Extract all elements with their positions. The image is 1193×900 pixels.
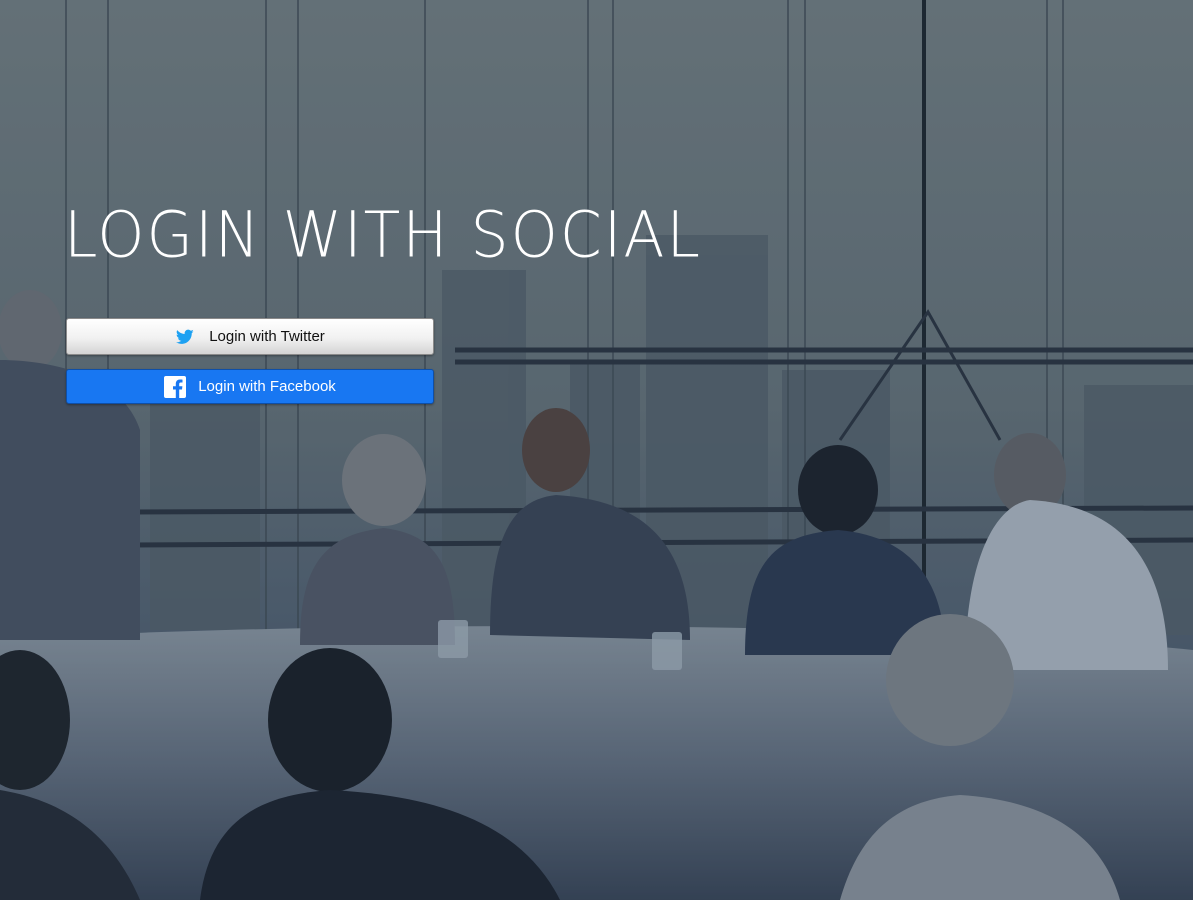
login-twitter-button[interactable]: Login with Twitter — [66, 318, 434, 355]
page-title: LOGIN WITH SOCIAL — [64, 198, 702, 273]
background-meeting-photo — [0, 0, 1193, 900]
facebook-f-icon — [164, 375, 187, 398]
login-twitter-label: Login with Twitter — [209, 328, 325, 345]
login-page: LOGIN WITH SOCIAL Login with Twitter Log… — [0, 0, 1193, 900]
login-facebook-label: Login with Facebook — [198, 378, 336, 395]
login-facebook-button[interactable]: Login with Facebook — [66, 369, 434, 404]
twitter-bird-icon — [175, 327, 195, 347]
